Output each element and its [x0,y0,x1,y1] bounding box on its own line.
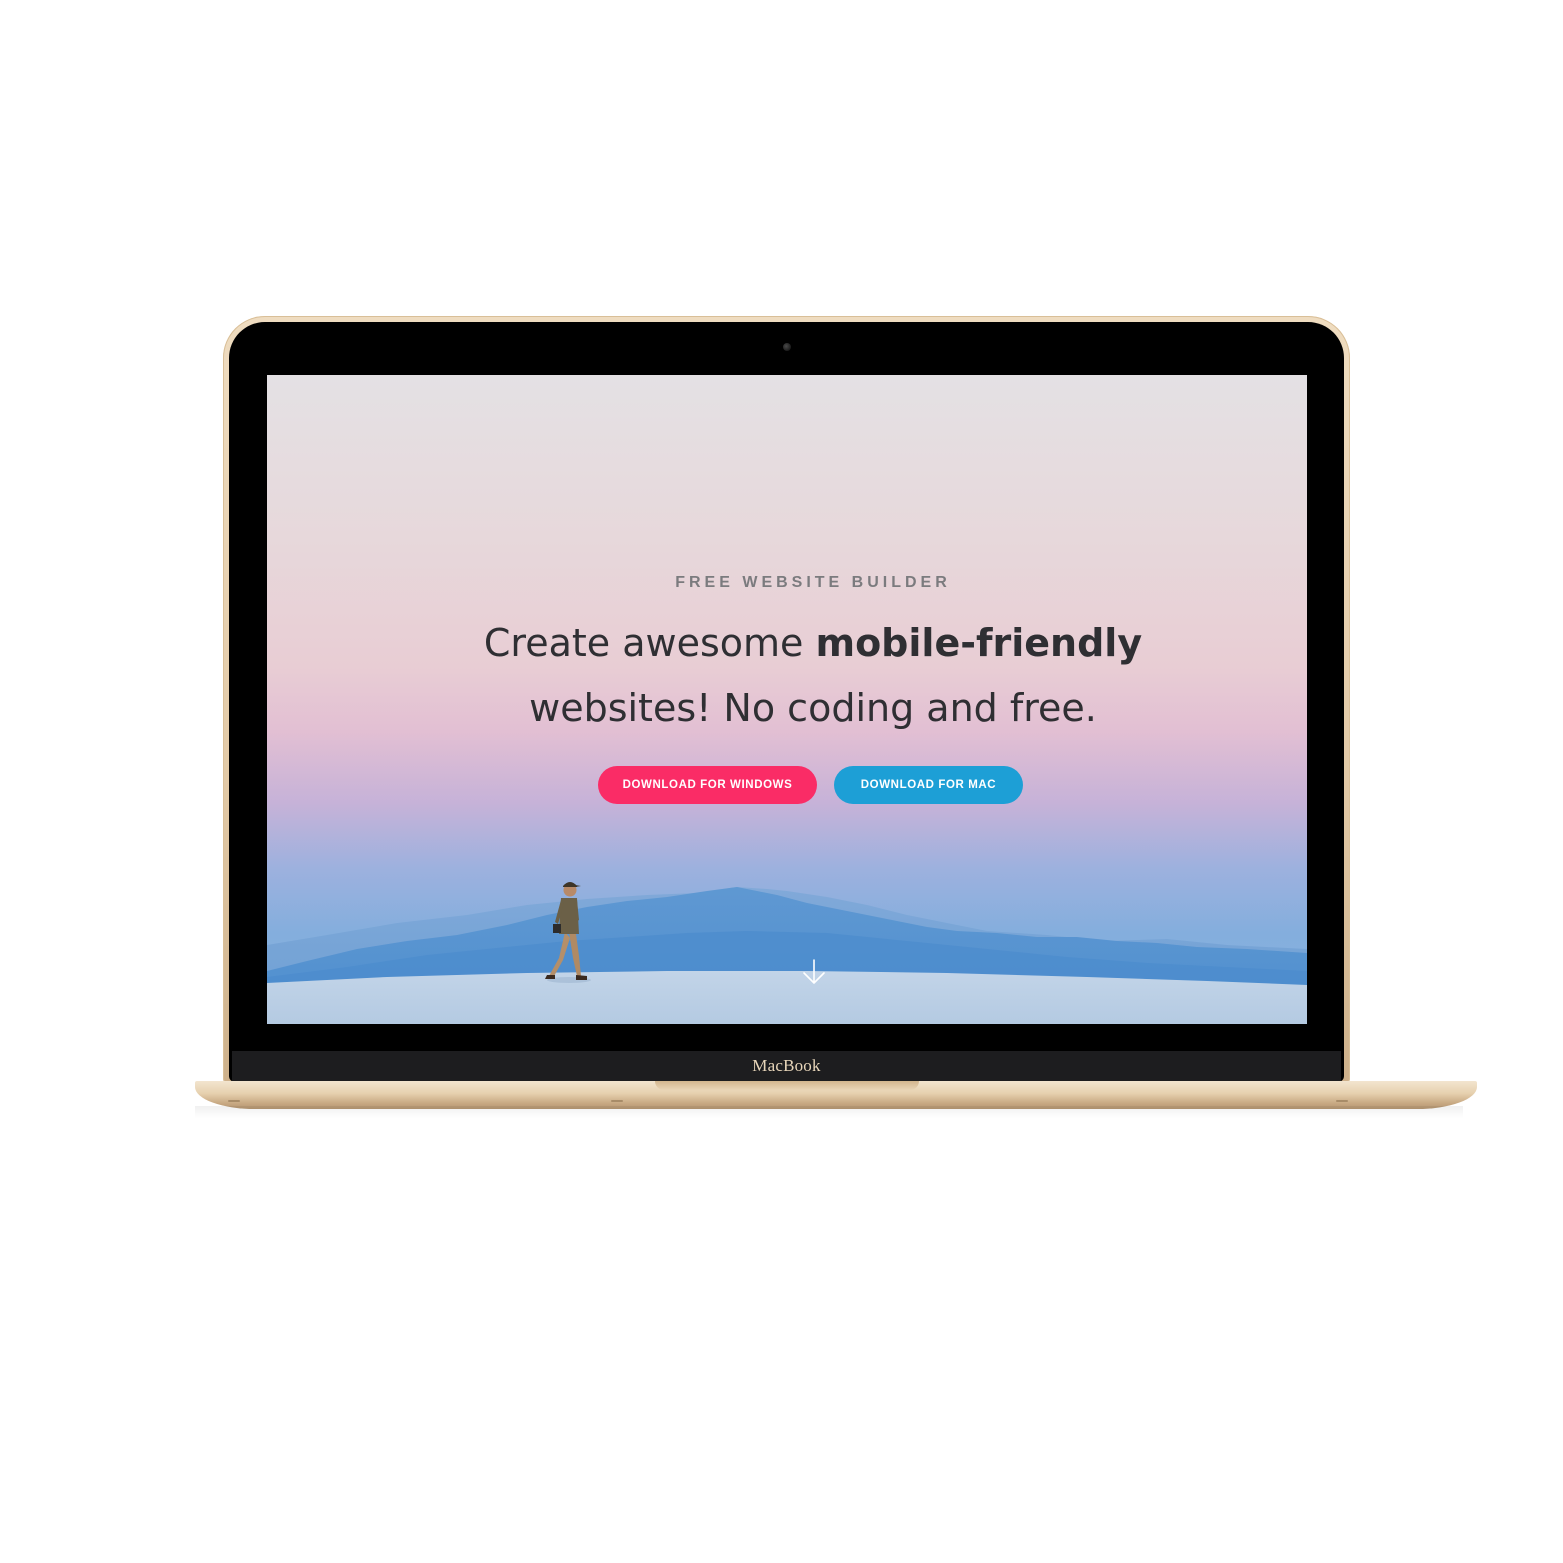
base-shadow [195,1106,1463,1118]
camera-icon [783,343,791,351]
download-windows-button[interactable]: DOWNLOAD FOR WINDOWS [598,766,817,804]
base-foot [228,1100,240,1102]
brand-label: MacBook [752,1056,821,1075]
hero-headline: Create awesome mobile-friendly websites!… [467,611,1159,741]
base-foot [611,1100,623,1102]
headline-emphasis: mobile-friendly [815,621,1143,665]
headline-text: Create awesome [483,621,816,665]
website-screen: FREE WEBSITE BUILDER Create awesome mobi… [267,375,1307,1024]
hero-section: FREE WEBSITE BUILDER Create awesome mobi… [267,375,1307,1024]
base-foot [1336,1100,1348,1102]
hinge-notch [655,1081,919,1090]
hero-eyebrow: FREE WEBSITE BUILDER [675,574,951,591]
headline-text-line2: websites! No coding and free. [529,686,1097,730]
arrow-down-icon[interactable] [802,959,826,985]
laptop-mockup: FREE WEBSITE BUILDER Create awesome mobi… [0,0,1563,1563]
download-mac-button[interactable]: DOWNLOAD FOR MAC [834,766,1023,804]
